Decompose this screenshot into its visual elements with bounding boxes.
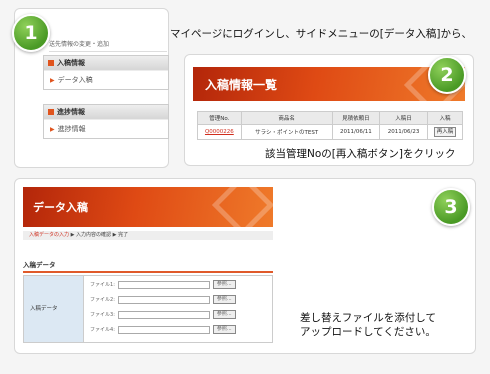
bullet-square-icon [48,109,54,115]
browse-button[interactable]: 参照... [212,325,236,334]
column-header: 商品名 [240,111,333,125]
file-input[interactable] [117,310,210,319]
bullet-square-icon [48,60,54,66]
browse-button[interactable]: 参照... [212,310,236,319]
file-row: ファイル1: 参照... [90,280,236,290]
column-header: 見積依頼日 [331,111,381,125]
file-row: ファイル2: 参照... [90,295,236,305]
step-badge-1: 1 [12,14,50,52]
sidebar-item-progress[interactable]: ▶ 進捗情報 [44,119,168,138]
product-name-cell: サラシ・ポイントのTEST [240,124,333,140]
sidebar-section-header: 進捗情報 [44,105,168,119]
section-title: 入稿データ [23,259,273,273]
arrow-right-icon: ▶ [50,77,55,84]
management-no-link[interactable]: Q0000226 [205,129,234,135]
submission-list-table: 管理No. 商品名 見積依頼日 入稿日 入稿 Q0000226 サラシ・ポイント… [197,111,464,140]
file-input[interactable] [117,280,210,289]
file-row: ファイル3: 参照... [90,310,236,320]
column-header: 管理No. [197,111,242,125]
arrow-right-icon: ▶ [50,126,55,133]
column-header: 入稿日 [379,111,428,125]
file-input[interactable] [117,295,210,304]
column-header: 入稿 [426,111,464,125]
sidebar-section-progress: 進捗情報 ▶ 進捗情報 [43,104,169,139]
sidebar-item-data-submission[interactable]: ▶ データ入稿 [44,70,168,89]
submit-date-cell: 2011/06/23 [379,124,428,140]
step-badge-3: 3 [432,188,470,226]
page-title-banner: 入稿情報一覧 [193,67,465,101]
file-row: ファイル4: 参照... [90,325,236,335]
sidebar-section-submission: 入稿情報 ▶ データ入稿 [43,55,169,90]
quote-date-cell: 2011/06/11 [331,124,381,140]
step-badge-2: 2 [428,56,466,94]
step2-instruction: 該当管理Noの[再入稿ボタン]をクリック [265,148,456,160]
upload-form: 入稿データ ファイル1: 参照... ファイル2: 参照... ファイル3: 参照..… [23,275,273,343]
step3-instruction-line1: 差し替えファイルを添付して [300,312,436,324]
table-header-row: 管理No. 商品名 見積依頼日 入稿日 入稿 [197,111,464,125]
step3-instruction-line2: アップロードしてください。 [300,326,436,338]
sidebar-section-header: 入稿情報 [44,56,168,70]
decorative-diamond-icon [211,187,273,227]
file-input[interactable] [117,325,210,334]
browse-button[interactable]: 参照... [212,280,236,289]
page-title-banner: データ入稿 [23,187,273,227]
table-row: Q0000226 サラシ・ポイントのTEST 2011/06/11 2011/0… [197,124,464,140]
step1-instruction: マイページにログインし、サイドメニューの[データ入稿]から、 [170,28,472,40]
resubmit-button[interactable]: 再入稿 [433,127,457,137]
form-label: 入稿データ [24,276,84,342]
sidebar-item-address-change[interactable]: 送先情報の変更・追加 [49,39,167,52]
browse-button[interactable]: 参照... [212,295,236,304]
breadcrumb: 入稿データの入力 ▶ 入力内容の確認 ▶ 完了 [23,231,273,240]
